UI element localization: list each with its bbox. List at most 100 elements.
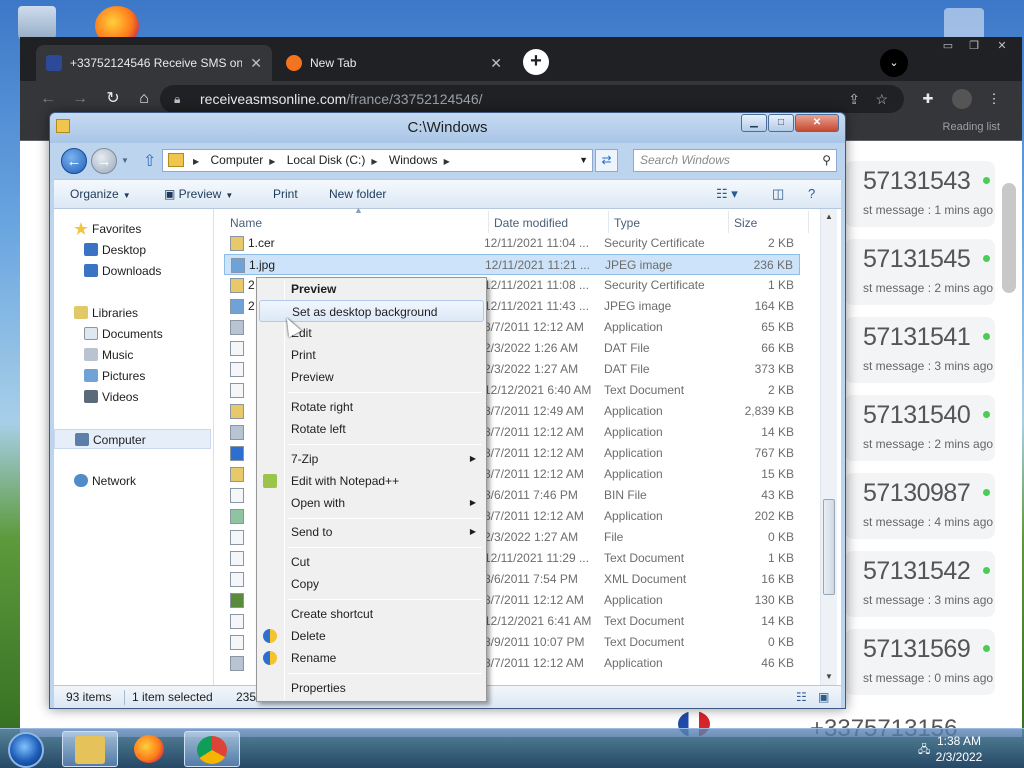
nav-documents[interactable]: Documents — [54, 324, 211, 344]
start-button[interactable] — [8, 732, 44, 768]
column-divider[interactable] — [608, 211, 609, 233]
clock[interactable]: 1:38 AM 2/3/2022 — [924, 733, 994, 765]
nav-libraries[interactable]: Libraries — [54, 303, 211, 323]
forward-arrow-icon[interactable]: → — [91, 148, 117, 174]
preview-button[interactable]: ▣ Preview ▼ — [164, 187, 233, 201]
search-input[interactable]: Search Windows ⚲ — [633, 149, 837, 172]
menu-item-rotate-left[interactable]: Rotate left — [259, 418, 484, 440]
large-icons-view-icon[interactable]: ▣ — [818, 686, 829, 708]
menu-item-preview[interactable]: Preview — [259, 278, 484, 300]
scroll-down-icon[interactable]: ▼ — [821, 669, 837, 685]
menu-item-copy[interactable]: Copy — [259, 573, 484, 595]
reading-list-button[interactable]: Reading list — [943, 121, 1000, 133]
menu-dots-icon[interactable]: ⋮ — [986, 91, 1002, 107]
back-arrow-icon[interactable]: ← — [38, 89, 58, 109]
nav-computer[interactable]: Computer — [54, 429, 211, 449]
number-card[interactable]: 57131545 st message : 2 mins ago — [845, 239, 995, 305]
nav-videos[interactable]: Videos — [54, 387, 211, 407]
scroll-thumb[interactable] — [823, 499, 835, 595]
column-header-date[interactable]: Date modified — [494, 213, 568, 233]
menu-item-7zip[interactable]: 7-Zip ▶ — [259, 448, 484, 470]
column-divider[interactable] — [488, 211, 489, 233]
column-divider[interactable] — [728, 211, 729, 233]
up-arrow-icon[interactable]: ⇧ — [143, 151, 156, 171]
nav-music[interactable]: Music — [54, 345, 211, 365]
share-icon[interactable]: ⇪ — [848, 85, 860, 113]
address-bar[interactable]: 🔒︎ receiveasmsonline.com/france/33752124… — [160, 85, 904, 113]
organize-button[interactable]: Organize ▼ — [70, 187, 131, 201]
back-arrow-icon[interactable]: ← — [61, 148, 87, 174]
print-button[interactable]: Print — [273, 187, 298, 201]
help-icon[interactable]: ? — [808, 186, 815, 201]
maximize-button[interactable]: □ — [768, 114, 794, 132]
restore-button[interactable]: ❐ — [962, 39, 986, 55]
menu-item-send-to[interactable]: Send to ▶ — [259, 521, 484, 543]
page-scrollbar[interactable] — [1002, 183, 1016, 293]
breadcrumb-windows[interactable]: Windows — [389, 153, 438, 167]
chevron-right-icon[interactable]: ▶ — [371, 157, 377, 166]
chevron-down-icon[interactable]: ▼ — [579, 150, 588, 171]
chevron-right-icon[interactable]: ▶ — [444, 157, 450, 166]
menu-item-notepadpp[interactable]: Edit with Notepad++ — [259, 470, 484, 492]
menu-item-properties[interactable]: Properties — [259, 677, 484, 699]
column-header-name[interactable]: Name — [230, 213, 262, 233]
tab-search-button[interactable]: ⌄ — [880, 49, 908, 77]
new-folder-button[interactable]: New folder — [329, 187, 386, 201]
nav-favorites[interactable]: Favorites — [54, 219, 211, 239]
breadcrumb-local-disk[interactable]: Local Disk (C:) — [287, 153, 366, 167]
tab-new-tab[interactable]: New Tab ✕ — [276, 45, 512, 81]
menu-item-open-with[interactable]: Open with ▶ — [259, 492, 484, 514]
chevron-right-icon[interactable]: ▶ — [193, 157, 199, 166]
taskbar-explorer[interactable] — [62, 731, 118, 767]
profile-avatar[interactable] — [952, 89, 972, 109]
change-view-icon[interactable]: ☷ ▾ — [716, 186, 738, 202]
number-card[interactable]: 57131569 st message : 0 mins ago — [845, 629, 995, 695]
home-icon[interactable]: ⌂ — [134, 89, 154, 109]
explorer-titlebar[interactable]: C:\Windows ▁ □ ✕ — [50, 113, 845, 143]
number-card[interactable]: 57131540 st message : 2 mins ago — [845, 395, 995, 461]
number-card[interactable]: 57131543 st message : 1 mins ago — [845, 161, 995, 227]
close-tab-icon[interactable]: ✕ — [490, 55, 502, 72]
menu-item-rotate-right[interactable]: Rotate right — [259, 396, 484, 418]
number-card[interactable]: 57131541 st message : 3 mins ago — [845, 317, 995, 383]
taskbar-chrome[interactable] — [184, 731, 240, 767]
taskbar-firefox[interactable] — [122, 731, 178, 767]
file-row[interactable]: 1.jpg 12/11/2021 11:21 ... JPEG image 236 K… — [224, 254, 800, 275]
details-view-icon[interactable]: ☷ — [796, 686, 807, 708]
nav-pictures[interactable]: Pictures — [54, 366, 211, 386]
forward-arrow-icon[interactable]: → — [70, 89, 90, 109]
number-card[interactable]: 57131542 st message : 3 mins ago — [845, 551, 995, 617]
minimize-button[interactable]: ▭ — [936, 39, 960, 55]
column-header-size[interactable]: Size — [734, 213, 757, 233]
minimize-button[interactable]: ▁ — [741, 114, 767, 132]
tab-receive-sms[interactable]: +33752124546 Receive SMS onli ✕ — [36, 45, 272, 81]
menu-item-delete[interactable]: Delete — [259, 625, 484, 647]
number-card[interactable]: 57130987 st message : 4 mins ago — [845, 473, 995, 539]
scroll-up-icon[interactable]: ▲ — [821, 209, 837, 225]
extensions-icon[interactable]: ✚ — [920, 91, 936, 107]
menu-item-cut[interactable]: Cut — [259, 551, 484, 573]
close-tab-icon[interactable]: ✕ — [250, 55, 262, 72]
file-list-scrollbar[interactable]: ▲ ▼ — [820, 209, 837, 685]
address-breadcrumb[interactable]: ▶ Computer ▶ Local Disk (C:) ▶ Windows ▶ ▼ — [162, 149, 593, 172]
chevron-right-icon[interactable]: ▶ — [269, 157, 275, 166]
menu-item-rename[interactable]: Rename — [259, 647, 484, 669]
menu-item-print[interactable]: Print — [259, 344, 484, 366]
preview-pane-icon[interactable]: ◫ — [772, 186, 784, 202]
column-header-type[interactable]: Type — [614, 213, 640, 233]
menu-item-create-shortcut[interactable]: Create shortcut — [259, 603, 484, 625]
nav-downloads[interactable]: Downloads — [54, 261, 211, 281]
close-button[interactable]: ✕ — [795, 114, 839, 132]
new-tab-button[interactable]: + — [523, 49, 549, 75]
nav-network[interactable]: Network — [54, 471, 211, 491]
breadcrumb-computer[interactable]: Computer — [211, 153, 264, 167]
refresh-icon[interactable]: ⇄ — [595, 149, 618, 172]
file-row[interactable]: 1.cer 12/11/2021 11:04 ... Security Certif… — [224, 233, 800, 254]
column-divider[interactable] — [808, 211, 809, 233]
nav-desktop[interactable]: Desktop — [54, 240, 211, 260]
recent-pages-chevron-icon[interactable]: ▼ — [121, 156, 129, 165]
close-window-button[interactable]: ✕ — [990, 39, 1014, 55]
menu-item-preview-2[interactable]: Preview — [259, 366, 484, 388]
bookmark-star-icon[interactable]: ☆ — [875, 85, 888, 113]
reload-icon[interactable]: ↻ — [103, 89, 123, 109]
